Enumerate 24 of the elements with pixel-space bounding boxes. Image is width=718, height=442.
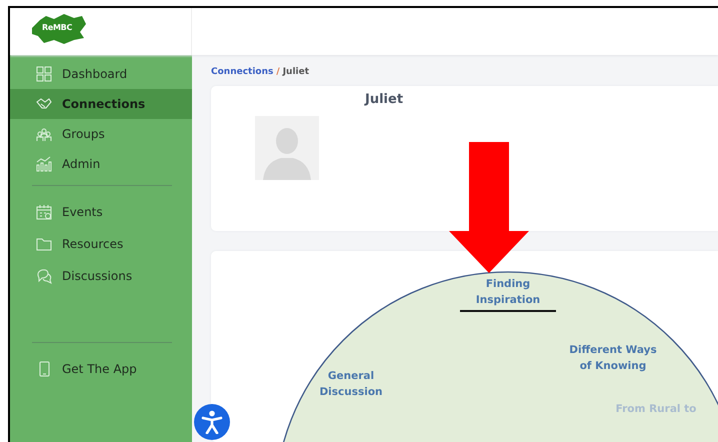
grid-icon [36, 66, 52, 82]
topic-label[interactable]: Finding Inspiration [476, 278, 540, 306]
accessibility-icon [201, 410, 223, 434]
sidebar-item[interactable]: Resources [10, 228, 192, 260]
breadcrumb-current: Juliet [282, 67, 310, 79]
sidebar-item[interactable]: Admin [10, 149, 192, 179]
folder-icon [36, 236, 52, 252]
chat-bubbles-icon [36, 268, 52, 284]
breadcrumb-link[interactable]: Connections [211, 67, 274, 86]
sidebar-item[interactable]: Discussions [10, 260, 192, 292]
chart-icon [36, 156, 52, 172]
topic-label[interactable]: General Discussion [319, 370, 383, 398]
topic-label[interactable]: Different Ways of Knowing [569, 344, 657, 372]
sidebar-item[interactable]: Events [10, 196, 192, 228]
sidebar-item[interactable]: Groups [10, 119, 192, 149]
avatar [255, 116, 319, 180]
sidebar-item[interactable]: Dashboard [10, 59, 192, 89]
sidebar-item[interactable]: Connections [10, 89, 192, 119]
accessibility-button[interactable] [194, 404, 230, 440]
people-icon [36, 126, 52, 142]
sidebar-item[interactable]: Get The App [10, 353, 192, 385]
breadcrumb-separator: / [276, 67, 280, 79]
profile-name: Juliet [365, 92, 404, 108]
calendar-icon [36, 204, 52, 220]
